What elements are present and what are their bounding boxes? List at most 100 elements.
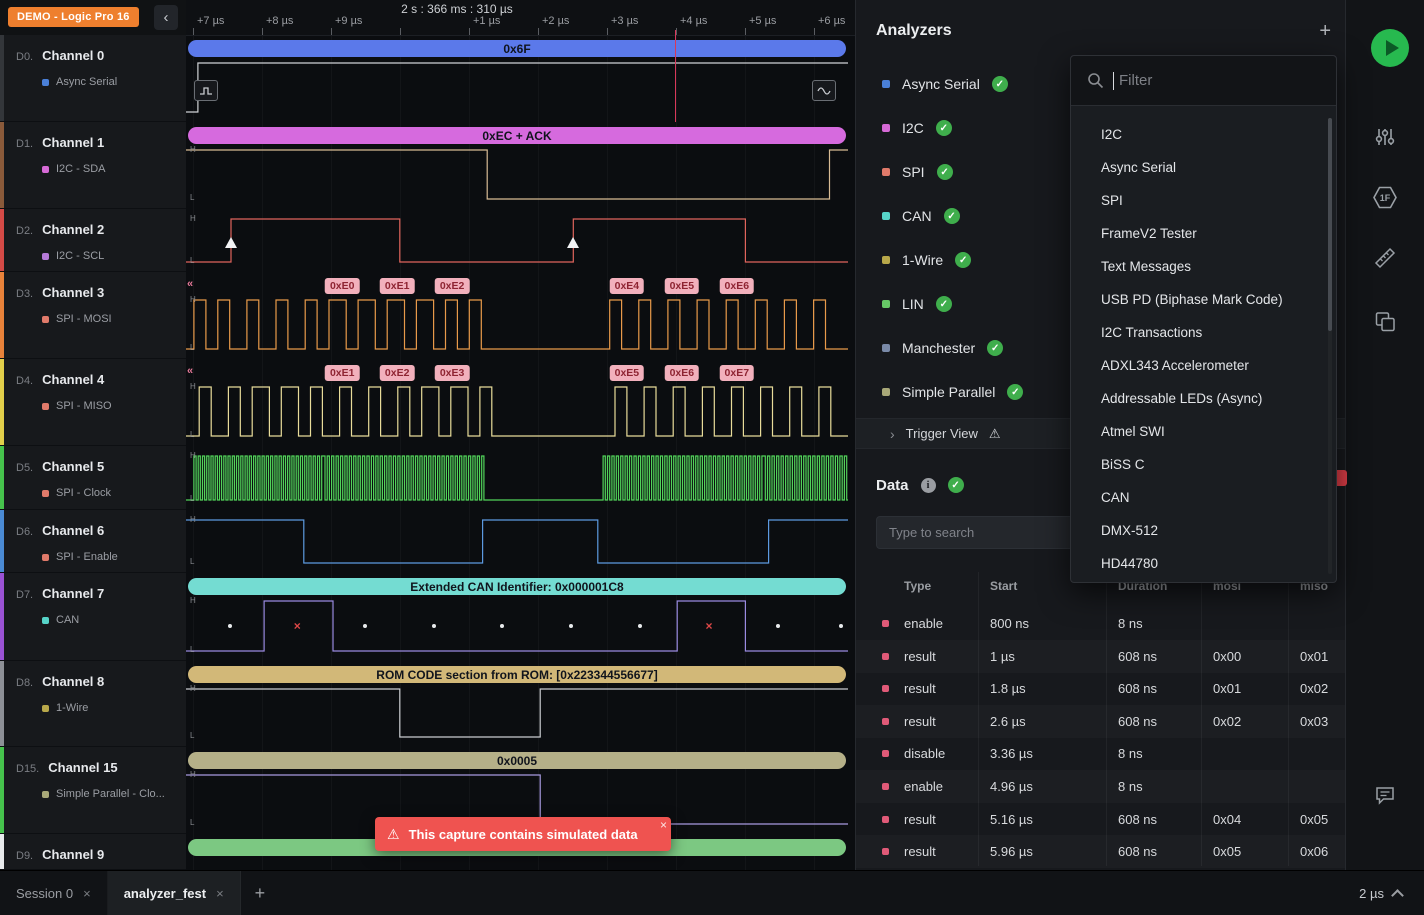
sidebar-channel-d15[interactable]: D15.Channel 15Simple Parallel - Clo... <box>0 747 186 834</box>
byte-annotation-badge[interactable]: 0xE7 <box>720 365 755 381</box>
analyzer-option-text-messages[interactable]: Text Messages <box>1071 250 1326 283</box>
device-badge[interactable]: DEMO - Logic Pro 16 <box>8 7 139 27</box>
waveform-viewport[interactable]: 2 s : 366 ms : 310 µs +7 µs+8 µs+9 µs+1 … <box>186 0 855 870</box>
waveform-row-d0[interactable]: 0x6F <box>186 35 848 122</box>
analyzer-option-framev2-tester[interactable]: FrameV2 Tester <box>1071 217 1326 250</box>
column-header-start[interactable]: Start <box>990 579 1017 593</box>
byte-annotation-badge[interactable]: 0xE1 <box>380 278 415 294</box>
check-icon[interactable]: ✓ <box>992 76 1008 92</box>
tab-close-icon[interactable]: × <box>83 886 91 901</box>
tab-close-icon[interactable]: × <box>216 886 224 901</box>
framing-end-icon[interactable] <box>812 80 836 101</box>
timing-marker-line[interactable] <box>675 30 676 122</box>
sidebar-channel-d0[interactable]: D0.Channel 0Async Serial <box>0 35 186 122</box>
windows-layout-icon[interactable] <box>1374 310 1397 336</box>
analyzer-option-addressable-leds-async-[interactable]: Addressable LEDs (Async) <box>1071 382 1326 415</box>
sidebar-channel-d7[interactable]: D7.Channel 7CAN <box>0 573 186 661</box>
analyzer-option-atmel-swi[interactable]: Atmel SWI <box>1071 415 1326 448</box>
toast-close-button[interactable]: × <box>660 818 667 832</box>
annotation-bar[interactable]: 0xEC + ACK <box>188 127 846 144</box>
annotation-bar[interactable]: ROM CODE section from ROM: [0x2233445566… <box>188 666 846 683</box>
byte-annotation-badge[interactable]: 0xE4 <box>610 278 645 294</box>
sidebar-channel-d4[interactable]: D4.Channel 4SPI - MISO <box>0 359 186 446</box>
sidebar-collapse-button[interactable]: ‹ <box>154 5 178 30</box>
annotation-bar[interactable]: 0x6F <box>188 40 846 57</box>
waveform-row-d2[interactable]: HL <box>186 209 848 272</box>
waveform[interactable] <box>186 454 848 502</box>
analyzer-option-i2c[interactable]: I2C <box>1071 118 1326 151</box>
byte-annotation-badge[interactable]: 0xE6 <box>665 365 700 381</box>
measure-ruler-icon[interactable] <box>1373 246 1397 273</box>
add-tab-button[interactable]: + <box>241 883 280 904</box>
waveform[interactable] <box>186 217 848 264</box>
analyzer-option-adxl343-accelerometer[interactable]: ADXL343 Accelerometer <box>1071 349 1326 382</box>
byte-annotation-badge[interactable]: 0xE5 <box>665 278 700 294</box>
check-icon[interactable]: ✓ <box>936 296 952 312</box>
data-table-row[interactable]: result5.96 µs608 ns0x050x06 <box>856 835 1345 868</box>
start-capture-button[interactable] <box>1371 29 1409 67</box>
sidebar-channel-d8[interactable]: D8.Channel 81-Wire <box>0 661 186 747</box>
byte-annotation-badge[interactable]: 0xE2 <box>435 278 470 294</box>
waveform[interactable] <box>186 148 848 201</box>
sidebar-channel-d5[interactable]: D5.Channel 5SPI - Clock <box>0 446 186 510</box>
waveform-row-d8[interactable]: ROM CODE section from ROM: [0x2233445566… <box>186 661 848 747</box>
check-icon[interactable]: ✓ <box>987 340 1003 356</box>
info-icon[interactable]: i <box>921 478 936 493</box>
byte-annotation-badge[interactable]: 0xE2 <box>380 365 415 381</box>
analyzer-option-spi[interactable]: SPI <box>1071 184 1326 217</box>
data-table-row[interactable]: disable3.36 µs8 ns <box>856 737 1345 770</box>
tab-session-0[interactable]: Session 0× <box>0 871 108 915</box>
analyzer-option-hd44780[interactable]: HD44780 <box>1071 547 1326 580</box>
waveform-row-d3[interactable]: «0xE00xE10xE20xE40xE50xE6HL <box>186 272 848 359</box>
waveform[interactable] <box>186 61 848 114</box>
check-icon[interactable]: ✓ <box>937 164 953 180</box>
waveform-row-d5[interactable]: HL <box>186 446 848 510</box>
sidebar-channel-d9[interactable]: D9.Channel 9 <box>0 834 186 870</box>
analyzer-filter-box[interactable] <box>1071 56 1336 106</box>
check-icon[interactable]: ✓ <box>1007 384 1023 400</box>
analyzer-filter-input[interactable] <box>1117 71 1336 90</box>
sidebar-channel-d3[interactable]: D3.Channel 3SPI - MOSI <box>0 272 186 359</box>
hex-display-icon[interactable]: 1F <box>1372 184 1399 214</box>
byte-annotation-badge[interactable]: 0xE0 <box>325 278 360 294</box>
analyzer-option-dmx-512[interactable]: DMX-512 <box>1071 514 1326 547</box>
data-table-row[interactable]: result1.8 µs608 ns0x010x02 <box>856 672 1345 705</box>
data-table-row[interactable]: enable4.96 µs8 ns <box>856 770 1345 803</box>
sidebar-channel-d2[interactable]: D2.Channel 2I2C - SCL <box>0 209 186 272</box>
analyzer-option-can[interactable]: CAN <box>1071 481 1326 514</box>
analyzer-option-usb-pd-biphase-mark-code-[interactable]: USB PD (Biphase Mark Code) <box>1071 283 1326 316</box>
data-table-row[interactable]: result5.16 µs608 ns0x040x05 <box>856 803 1345 836</box>
waveform-row-d7[interactable]: Extended CAN Identifier: 0x000001C8HL×× <box>186 573 848 661</box>
data-table-row[interactable]: result2.6 µs608 ns0x020x03 <box>856 705 1345 738</box>
annotation-bar[interactable]: 0x0005 <box>188 752 846 769</box>
check-icon[interactable]: ✓ <box>936 120 952 136</box>
dropdown-scrollbar-thumb[interactable] <box>1328 118 1332 331</box>
waveform[interactable] <box>186 518 848 565</box>
check-icon[interactable]: ✓ <box>955 252 971 268</box>
analyzer-option-i2c-transactions[interactable]: I2C Transactions <box>1071 316 1326 349</box>
timescale-control[interactable]: 2 µs <box>1359 886 1424 901</box>
comments-icon[interactable] <box>1374 784 1397 810</box>
check-icon[interactable]: ✓ <box>948 477 964 493</box>
data-table-row[interactable]: enable800 ns8 ns <box>856 607 1345 640</box>
data-table-row[interactable]: result1 µs608 ns0x000x01 <box>856 640 1345 673</box>
sidebar-channel-d6[interactable]: D6.Channel 6SPI - Enable <box>0 510 186 573</box>
waveform-row-d1[interactable]: 0xEC + ACKHL <box>186 122 848 209</box>
waveform-row-d4[interactable]: «0xE10xE20xE30xE50xE60xE7HL <box>186 359 848 446</box>
annotation-bar[interactable]: Extended CAN Identifier: 0x000001C8 <box>188 578 846 595</box>
sidebar-channel-d1[interactable]: D1.Channel 1I2C - SDA <box>0 122 186 209</box>
dropdown-scrollbar[interactable] <box>1328 118 1332 574</box>
column-header-type[interactable]: Type <box>904 579 931 593</box>
byte-annotation-badge[interactable]: 0xE5 <box>610 365 645 381</box>
waveform[interactable] <box>186 298 848 351</box>
byte-annotation-badge[interactable]: 0xE1 <box>325 365 360 381</box>
waveform[interactable] <box>186 599 848 653</box>
capture-settings-icon[interactable] <box>1374 126 1396 151</box>
analyzer-option-async-serial[interactable]: Async Serial <box>1071 151 1326 184</box>
byte-annotation-badge[interactable]: 0xE3 <box>435 365 470 381</box>
check-icon[interactable]: ✓ <box>944 208 960 224</box>
timeline-ruler[interactable]: 2 s : 366 ms : 310 µs +7 µs+8 µs+9 µs+1 … <box>186 0 855 36</box>
waveform[interactable] <box>186 385 848 438</box>
framing-start-icon[interactable] <box>194 80 218 101</box>
analyzer-option-biss-c[interactable]: BiSS C <box>1071 448 1326 481</box>
